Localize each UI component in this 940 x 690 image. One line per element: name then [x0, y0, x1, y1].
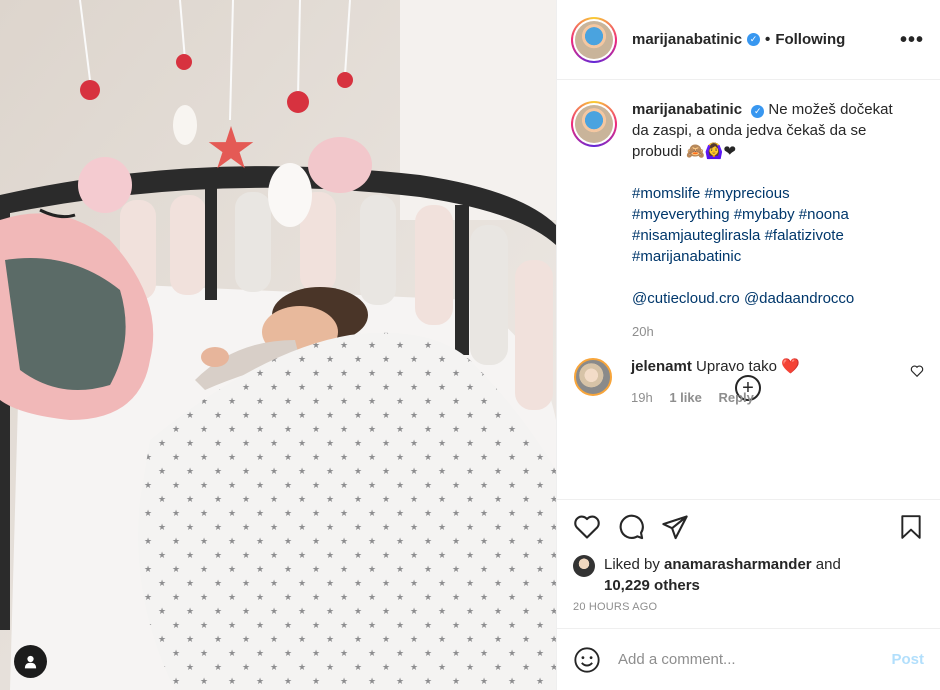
post-dialog: ★ ★ — [0, 0, 940, 690]
more-icon[interactable]: ••• — [900, 30, 924, 50]
post-caption: marijanabatinic ✓ Ne možeš dočekat da za… — [571, 99, 924, 342]
likes-count[interactable]: 10,229 others — [604, 577, 700, 594]
baby-crib-photo: ★ ★ — [0, 0, 556, 690]
svg-text:★: ★ — [205, 116, 257, 181]
caption-time[interactable]: 20h — [632, 321, 912, 342]
liked-by-text: Liked by anamarasharmander and 10,229 ot… — [604, 554, 841, 596]
mention-link[interactable]: @cutiecloud.cro — [632, 290, 740, 307]
comment-input[interactable]: Add a comment... — [618, 651, 891, 668]
commenter-username[interactable]: jelenamt — [631, 358, 692, 375]
hashtag-link[interactable]: #nisamjauteglirasla — [632, 227, 760, 244]
mention-link[interactable]: @dadaandrocco — [744, 290, 854, 307]
comment-body: jelenamt Upravo tako ❤️ 19h 1 like Reply — [631, 356, 910, 405]
hashtag-link[interactable]: #marijanabatinic — [632, 248, 741, 265]
liked-connector: and — [815, 556, 841, 573]
action-icons — [573, 512, 924, 542]
liked-by: Liked by anamarasharmander and 10,229 ot… — [573, 554, 924, 596]
post-button[interactable]: Post — [891, 651, 924, 668]
hashtag-link[interactable]: #momslife — [632, 185, 700, 202]
post-details-panel: marijanabatinic ✓ • Following ••• marija… — [556, 0, 940, 690]
hashtag-link[interactable]: #myeverything — [632, 206, 730, 223]
heart-icon: ❤️ — [781, 358, 800, 375]
hashtag-link[interactable]: #noona — [799, 206, 849, 223]
comment-item: jelenamt Upravo tako ❤️ 19h 1 like Reply — [571, 356, 924, 405]
comment-meta: 19h 1 like Reply — [631, 390, 910, 405]
heart-icon[interactable] — [573, 513, 601, 541]
post-photo[interactable]: ★ ★ — [0, 0, 556, 690]
liker-username[interactable]: anamarasharmander — [664, 556, 812, 573]
post-actions: Liked by anamarasharmander and 10,229 ot… — [557, 499, 940, 613]
author-username[interactable]: marijanabatinic — [632, 31, 742, 48]
caption-mentions: @cutiecloud.cro @dadaandrocco — [632, 288, 912, 309]
caption-body: marijanabatinic ✓ Ne možeš dočekat da za… — [632, 99, 912, 342]
post-header: marijanabatinic ✓ • Following ••• — [557, 0, 940, 80]
following-button[interactable]: Following — [775, 31, 845, 48]
verified-icon: ✓ — [747, 33, 761, 46]
add-comment-bar: Add a comment... Post — [557, 628, 940, 690]
share-icon[interactable] — [661, 513, 689, 541]
caption-text-line: marijanabatinic ✓ Ne možeš dočekat da za… — [632, 99, 912, 162]
hashtag-link[interactable]: #falatizivote — [765, 227, 844, 244]
user-tag-icon — [24, 655, 37, 669]
caption-username[interactable]: marijanabatinic — [632, 101, 742, 118]
caption-hashtags: #momslife #myprecious #myeverything #myb… — [632, 183, 912, 267]
reply-button[interactable]: Reply — [718, 390, 753, 405]
comment-icon[interactable] — [617, 513, 645, 541]
caption-avatar[interactable] — [571, 101, 617, 147]
author-avatar[interactable] — [571, 16, 617, 63]
comment-likes[interactable]: 1 like — [669, 390, 702, 405]
user-tag-button[interactable] — [14, 645, 47, 678]
comment-text: Upravo tako — [696, 358, 777, 375]
emoji-icon[interactable] — [573, 646, 601, 674]
commenter-avatar[interactable] — [574, 358, 612, 396]
comment-text-line: jelenamt Upravo tako ❤️ — [631, 356, 910, 377]
liked-prefix: Liked by — [604, 556, 660, 573]
liker-avatar[interactable] — [573, 555, 595, 577]
save-icon[interactable] — [898, 513, 924, 541]
like-icon[interactable] — [910, 364, 924, 378]
verified-icon: ✓ — [751, 105, 765, 118]
post-timestamp[interactable]: 20 HOURS AGO — [573, 601, 924, 613]
hashtag-link[interactable]: #mybaby — [734, 206, 795, 223]
comments-section[interactable]: marijanabatinic ✓ Ne možeš dočekat da za… — [557, 81, 940, 498]
header-separator: • — [765, 31, 771, 48]
hashtag-link[interactable]: #myprecious — [705, 185, 790, 202]
comment-time[interactable]: 19h — [631, 390, 653, 405]
